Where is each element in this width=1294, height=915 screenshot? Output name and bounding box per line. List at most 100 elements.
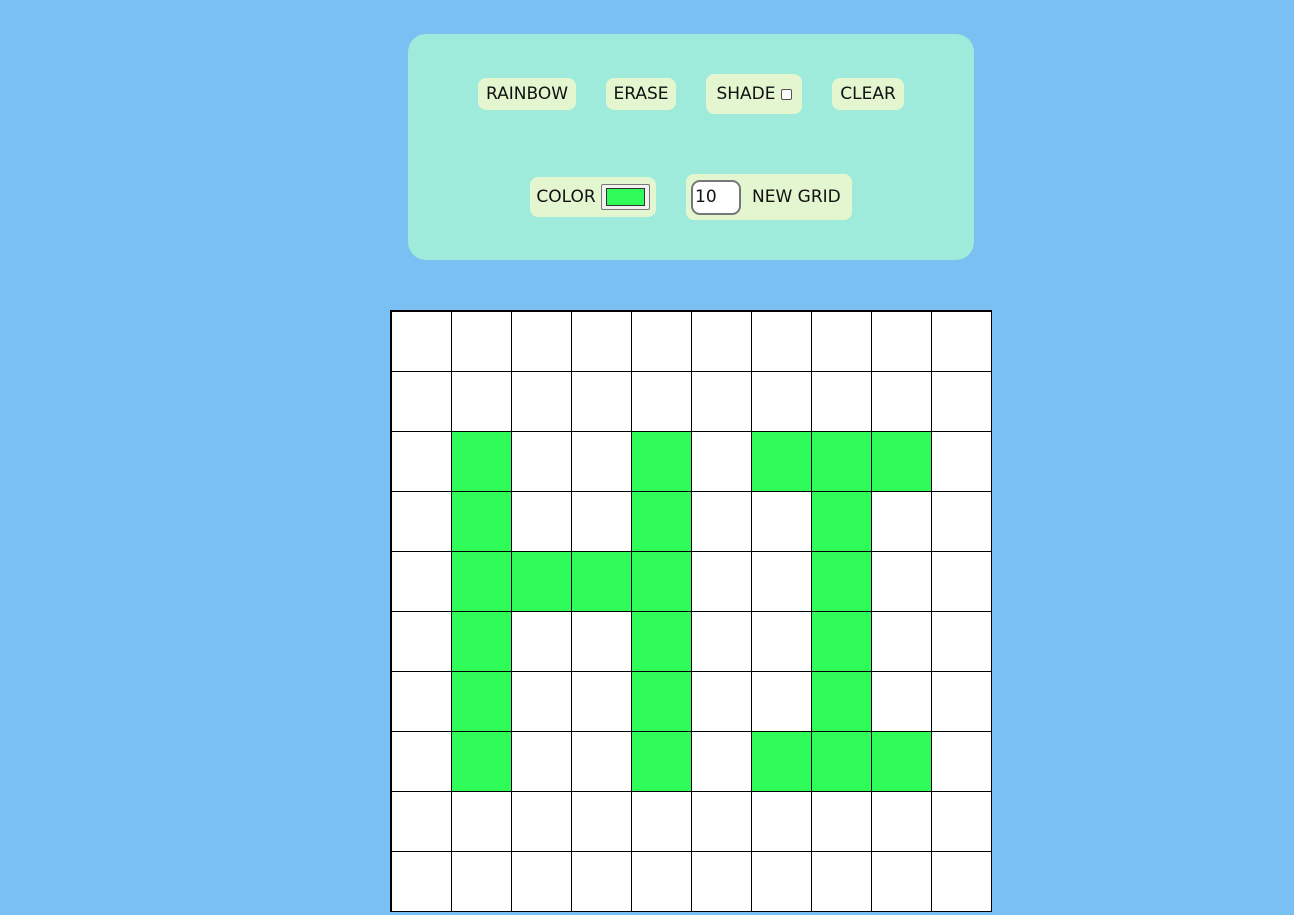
grid-cell[interactable] [570,370,632,432]
grid-cell[interactable] [390,790,452,852]
grid-cell[interactable] [810,490,872,552]
grid-cell[interactable] [810,730,872,792]
grid-cell[interactable] [870,310,932,372]
grid-cell[interactable] [690,550,752,612]
clear-button[interactable]: CLEAR [832,78,904,110]
grid-cell[interactable] [570,490,632,552]
grid-cell[interactable] [810,610,872,672]
grid-cell[interactable] [690,670,752,732]
grid-cell[interactable] [630,370,692,432]
grid-cell[interactable] [510,670,572,732]
grid-cell[interactable] [690,610,752,672]
grid-cell[interactable] [750,430,812,492]
grid-cell[interactable] [690,850,752,912]
grid-cell[interactable] [630,730,692,792]
grid-cell[interactable] [390,730,452,792]
grid-cell[interactable] [870,490,932,552]
grid-cell[interactable] [630,790,692,852]
grid-cell[interactable] [750,790,812,852]
grid-cell[interactable] [750,610,812,672]
grid-cell[interactable] [450,850,512,912]
grid-cell[interactable] [690,790,752,852]
grid-cell[interactable] [870,550,932,612]
grid-cell[interactable] [750,490,812,552]
grid-cell[interactable] [810,670,872,732]
rainbow-button[interactable]: RAINBOW [478,78,576,110]
grid-cell[interactable] [810,850,872,912]
grid-cell[interactable] [450,610,512,672]
grid-cell[interactable] [690,730,752,792]
grid-cell[interactable] [810,790,872,852]
grid-cell[interactable] [570,610,632,672]
grid-cell[interactable] [930,610,992,672]
grid-cell[interactable] [750,550,812,612]
grid-cell[interactable] [930,310,992,372]
grid-cell[interactable] [390,370,452,432]
grid-cell[interactable] [630,310,692,372]
grid-cell[interactable] [450,370,512,432]
grid-cell[interactable] [630,430,692,492]
grid-cell[interactable] [630,850,692,912]
grid-cell[interactable] [930,850,992,912]
grid-cell[interactable] [690,310,752,372]
grid-cell[interactable] [510,610,572,672]
grid-cell[interactable] [390,550,452,612]
color-picker[interactable] [600,184,650,210]
grid-cell[interactable] [750,730,812,792]
grid-cell[interactable] [930,730,992,792]
grid-cell[interactable] [570,730,632,792]
grid-cell[interactable] [390,490,452,552]
grid-cell[interactable] [750,670,812,732]
grid-cell[interactable] [510,430,572,492]
grid-cell[interactable] [510,490,572,552]
grid-cell[interactable] [870,370,932,432]
grid-cell[interactable] [510,310,572,372]
grid-cell[interactable] [570,670,632,732]
grid-cell[interactable] [450,790,512,852]
new-grid-button[interactable]: NEW GRID [752,187,841,207]
grid-cell[interactable] [870,670,932,732]
grid-cell[interactable] [390,430,452,492]
grid-cell[interactable] [570,310,632,372]
grid-cell[interactable] [690,370,752,432]
grid-cell[interactable] [450,430,512,492]
grid-cell[interactable] [810,370,872,432]
grid-cell[interactable] [930,670,992,732]
grid-cell[interactable] [570,850,632,912]
grid-cell[interactable] [630,670,692,732]
grid-cell[interactable] [390,850,452,912]
grid-cell[interactable] [450,310,512,372]
grid-cell[interactable] [570,430,632,492]
grid-cell[interactable] [390,670,452,732]
grid-cell[interactable] [930,550,992,612]
grid-cell[interactable] [690,490,752,552]
grid-cell[interactable] [450,730,512,792]
grid-cell[interactable] [390,610,452,672]
shade-toggle[interactable]: SHADE [706,74,802,114]
grid-cell[interactable] [930,490,992,552]
grid-cell[interactable] [870,730,932,792]
grid-cell[interactable] [810,550,872,612]
grid-cell[interactable] [750,310,812,372]
grid-cell[interactable] [510,550,572,612]
grid-cell[interactable] [750,370,812,432]
grid-size-input[interactable] [691,179,741,215]
shade-checkbox[interactable] [780,88,792,100]
grid-cell[interactable] [390,310,452,372]
grid-cell[interactable] [510,730,572,792]
grid-cell[interactable] [570,790,632,852]
grid-cell[interactable] [630,610,692,672]
grid-cell[interactable] [450,490,512,552]
grid-cell[interactable] [870,790,932,852]
grid-cell[interactable] [930,430,992,492]
grid-cell[interactable] [930,370,992,432]
grid-cell[interactable] [750,850,812,912]
grid-cell[interactable] [510,790,572,852]
grid-cell[interactable] [510,370,572,432]
grid-cell[interactable] [450,550,512,612]
grid-cell[interactable] [690,430,752,492]
grid-cell[interactable] [870,610,932,672]
grid-cell[interactable] [630,550,692,612]
grid-cell[interactable] [870,850,932,912]
grid-cell[interactable] [630,490,692,552]
